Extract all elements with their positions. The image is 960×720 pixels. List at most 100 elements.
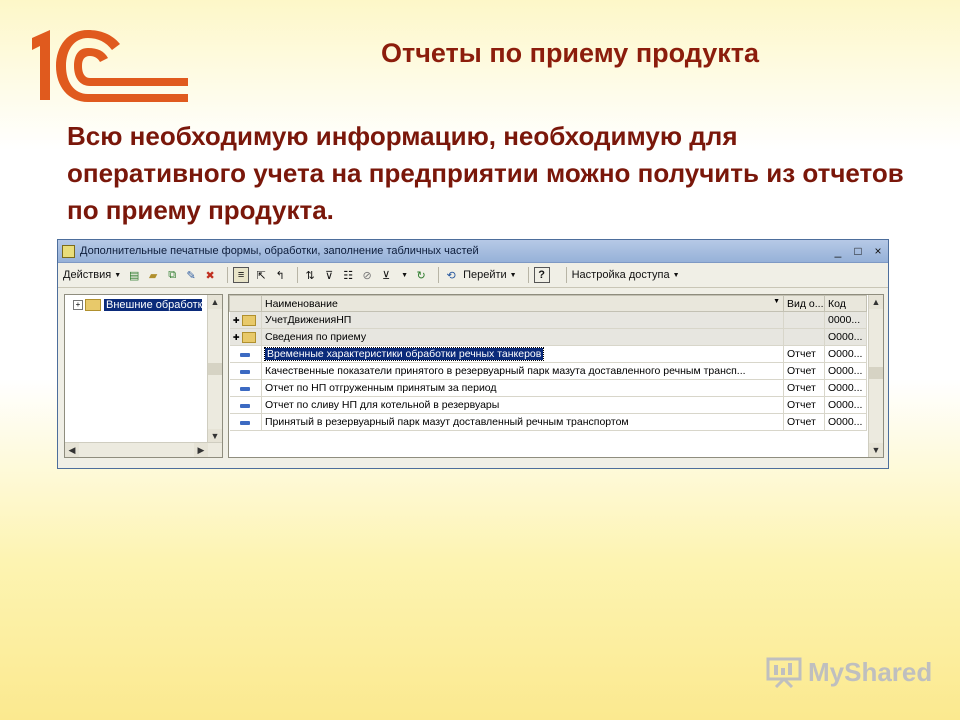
cell-code: О000...: [824, 413, 867, 431]
help-icon: ?: [533, 267, 550, 283]
expand-icon[interactable]: ✚: [233, 316, 240, 325]
edit-icon[interactable]: ✎: [184, 268, 198, 282]
cell-name: Отчет по сливу НП для котельной в резерв…: [261, 396, 784, 414]
cell-type: Отчет: [783, 413, 825, 431]
cell-name: УчетДвиженияНП: [261, 311, 784, 329]
move-icon[interactable]: ⇱: [254, 268, 268, 282]
cell-type: [783, 328, 825, 346]
scroll-up-icon[interactable]: ▲: [869, 295, 883, 309]
filter-list-icon[interactable]: ☷: [341, 268, 355, 282]
cell-type: [783, 311, 825, 329]
access-settings-menu[interactable]: Настройка доступа ▼: [572, 269, 680, 281]
folder-icon: [85, 299, 101, 311]
report-icon-cell: [229, 362, 262, 380]
group-folder-cell: ✚: [229, 328, 262, 346]
tree-item-external-processing[interactable]: + Внешние обработки: [73, 299, 202, 311]
table-row[interactable]: Качественные показатели принятого в резе…: [229, 362, 867, 380]
cell-type: Отчет: [783, 396, 825, 414]
hierarchy-icon[interactable]: ≡: [233, 267, 250, 283]
scroll-thumb[interactable]: [208, 363, 222, 375]
cell-name-text: Сведения по приему: [265, 331, 367, 343]
filter-icon[interactable]: ⊽: [322, 268, 336, 282]
header-icon-col[interactable]: [229, 295, 262, 312]
cell-name-text: УчетДвиженияНП: [265, 314, 352, 326]
report-icon-cell: [229, 413, 262, 431]
header-name[interactable]: Наименование ▼: [261, 295, 784, 312]
minimize-button[interactable]: _: [828, 244, 848, 258]
report-icon: [240, 353, 251, 357]
report-icon: [240, 387, 251, 391]
tree-vertical-scrollbar[interactable]: ▲ ▼: [207, 295, 222, 443]
actions-menu[interactable]: Действия ▼: [63, 269, 121, 281]
close-button[interactable]: ×: [868, 244, 888, 258]
slide-title: Отчеты по приему продукта: [380, 38, 759, 68]
help-button[interactable]: ?: [533, 267, 555, 283]
sort-icon[interactable]: ⇅: [303, 268, 317, 282]
cell-name: Качественные показатели принятого в резе…: [261, 362, 784, 380]
cell-type: Отчет: [783, 379, 825, 397]
cell-name: Принятый в резервуарный парк мазут доста…: [261, 413, 784, 431]
table-row[interactable]: Временные характеристики обработки речны…: [229, 345, 867, 363]
header-type[interactable]: Вид о...: [783, 295, 825, 312]
table-row[interactable]: ✚ УчетДвиженияНП 0000...: [229, 311, 867, 329]
delete-icon[interactable]: ✖: [203, 268, 217, 282]
table-row[interactable]: Отчет по сливу НП для котельной в резерв…: [229, 396, 867, 414]
tree-horizontal-scrollbar[interactable]: ◀ ▶: [65, 442, 222, 457]
scroll-up-icon[interactable]: ▲: [208, 295, 222, 309]
cell-name: Отчет по НП отгруженным принятым за пери…: [261, 379, 784, 397]
refresh-icon[interactable]: ↻: [414, 268, 428, 282]
scroll-down-icon[interactable]: ▼: [869, 443, 883, 457]
goto-icon: ⟲: [446, 269, 456, 282]
scroll-down-icon[interactable]: ▼: [208, 429, 222, 443]
table-header: Наименование ▼ Вид о... Код: [229, 295, 867, 312]
scroll-right-icon[interactable]: ▶: [194, 443, 208, 457]
cell-name-text: Отчет по НП отгруженным принятым за пери…: [265, 382, 497, 394]
cell-code: 0000...: [824, 311, 867, 329]
folder-icon: [241, 331, 256, 343]
window-title: Дополнительные печатные формы, обработки…: [80, 245, 479, 257]
table-vertical-scrollbar[interactable]: ▲ ▼: [868, 295, 883, 457]
cell-code: О000...: [824, 362, 867, 380]
up-level-icon[interactable]: ↰: [273, 268, 287, 282]
header-name-label: Наименование: [265, 297, 338, 310]
actions-label: Действия: [63, 269, 112, 281]
cell-name-text: Принятый в резервуарный парк мазут доста…: [265, 416, 629, 428]
report-icon-cell: [229, 379, 262, 397]
cell-type: Отчет: [783, 362, 825, 380]
filter-options-icon: ⊻: [382, 269, 391, 282]
filter-dropdown[interactable]: ⊻ ▼: [379, 268, 408, 282]
copy-icon[interactable]: ⧉: [165, 268, 179, 282]
add-icon[interactable]: ▤: [127, 268, 141, 282]
table-row[interactable]: Принятый в резервуарный парк мазут доста…: [229, 413, 867, 431]
window-icon: [62, 244, 75, 258]
cell-code: О000...: [824, 345, 867, 363]
cell-name: Временные характеристики обработки речны…: [261, 345, 784, 363]
report-icon-cell: [229, 396, 262, 414]
watermark-text: MyShared: [808, 656, 933, 687]
cell-name-text: Временные характеристики обработки речны…: [263, 347, 545, 361]
watermark: MyShared: [766, 656, 932, 688]
folder-icon: [241, 314, 256, 326]
cell-code: О000...: [824, 396, 867, 414]
scroll-left-icon[interactable]: ◀: [65, 443, 79, 457]
report-icon: [240, 404, 251, 408]
expand-icon[interactable]: +: [73, 300, 83, 310]
reports-table: Наименование ▼ Вид о... Код ✚ УчетДвижения…: [228, 294, 884, 458]
report-icon-cell: [229, 345, 262, 363]
goto-menu[interactable]: ⟲ Перейти ▼: [444, 268, 516, 282]
table-row[interactable]: Отчет по НП отгруженным принятым за пери…: [229, 379, 867, 397]
presentation-icon: [766, 657, 802, 688]
add-folder-icon[interactable]: ▰: [146, 268, 160, 282]
maximize-button[interactable]: □: [848, 244, 868, 258]
window-titlebar[interactable]: Дополнительные печатные формы, обработки…: [58, 240, 888, 263]
slide-text: Всю необходимую информацию, необходимую …: [67, 121, 904, 225]
table-row[interactable]: ✚ Сведения по приему О000...: [229, 328, 867, 346]
report-icon: [240, 421, 251, 425]
cell-type: Отчет: [783, 345, 825, 363]
goto-label: Перейти: [463, 269, 507, 281]
expand-icon[interactable]: ✚: [233, 333, 240, 342]
header-code[interactable]: Код: [824, 295, 867, 312]
filter-off-icon[interactable]: ⊘: [360, 268, 374, 282]
scroll-thumb[interactable]: [869, 367, 883, 379]
access-settings-label: Настройка доступа: [571, 269, 670, 281]
